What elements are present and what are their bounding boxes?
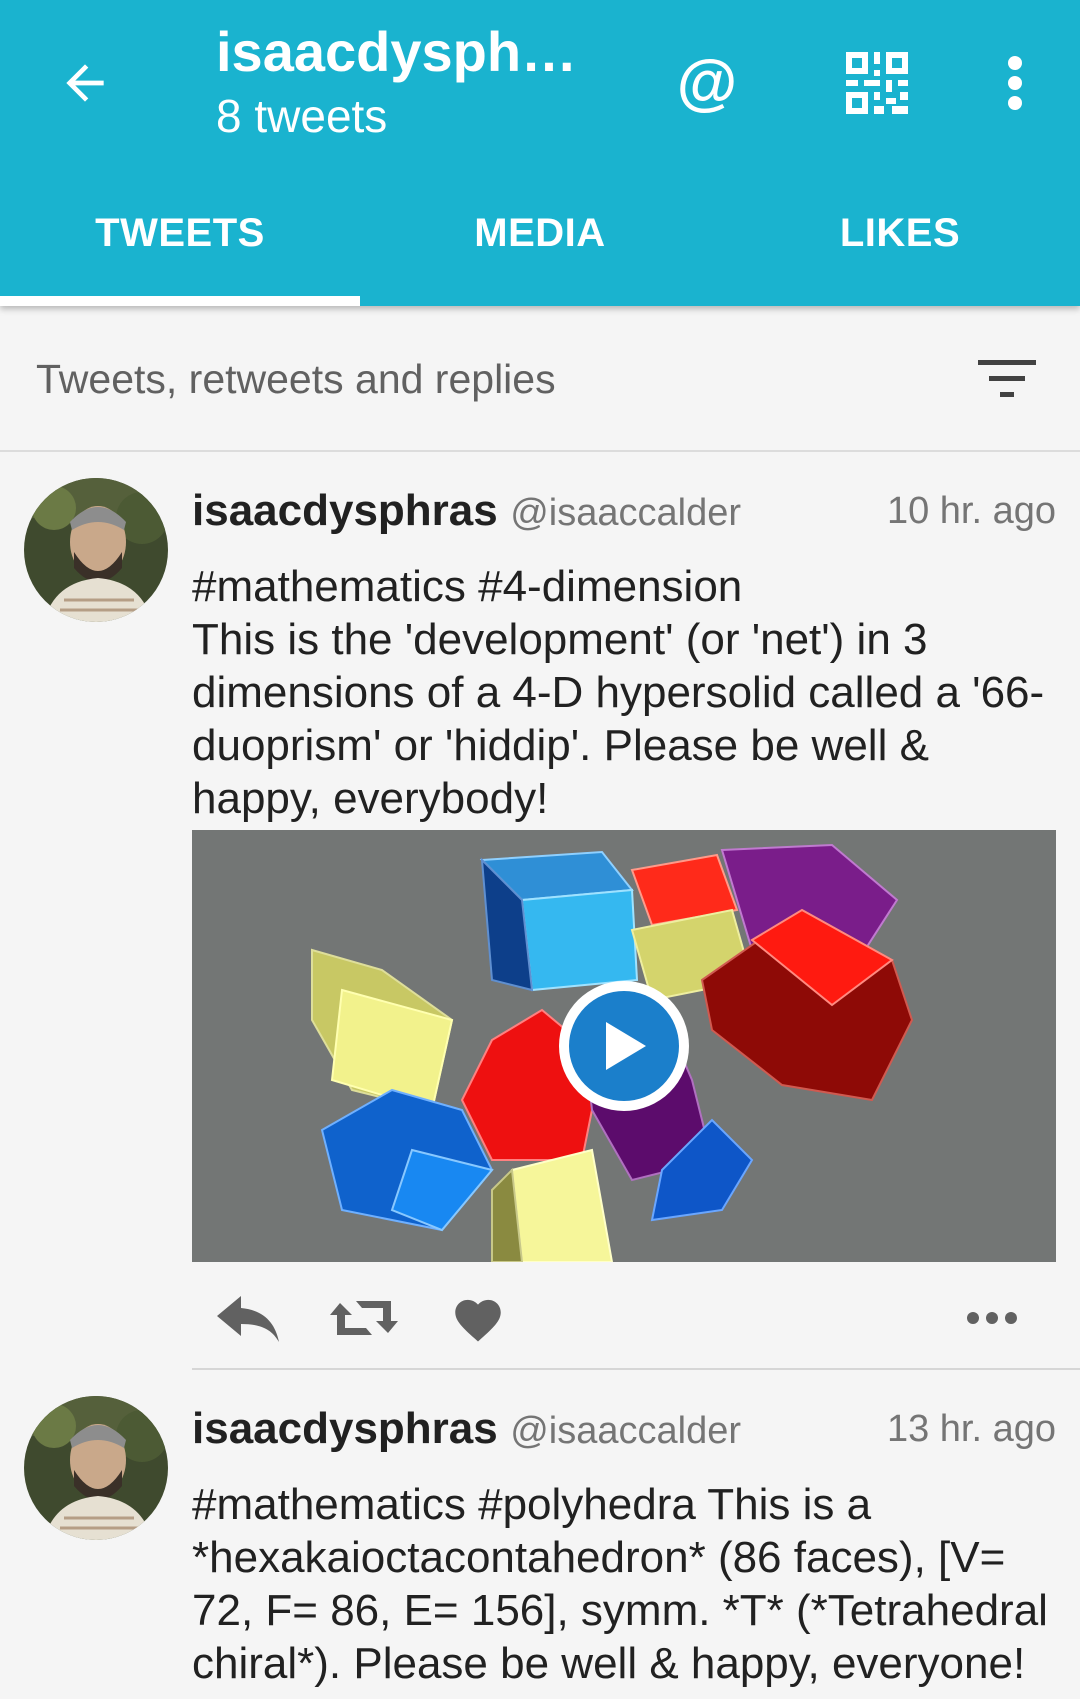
- filter-label: Tweets, retweets and replies: [36, 356, 556, 402]
- retweet-button[interactable]: [324, 1278, 404, 1358]
- tab-likes[interactable]: LIKES: [720, 180, 1080, 306]
- more-vert-icon: [1008, 56, 1022, 110]
- user-name[interactable]: isaacdysphras: [192, 1404, 498, 1453]
- tweet-video[interactable]: [192, 830, 1056, 1262]
- mention-button[interactable]: @: [664, 40, 750, 126]
- tweet-actions: [192, 1278, 1056, 1358]
- tab-media[interactable]: MEDIA: [360, 180, 720, 306]
- user-handle[interactable]: @isaaccalder: [510, 1410, 741, 1452]
- more-actions-button[interactable]: [952, 1278, 1032, 1358]
- tweet-time: 10 hr. ago: [886, 490, 1056, 532]
- avatar-photo: [24, 478, 168, 622]
- profile-title-block: isaacdysphr… 8 tweets: [216, 18, 596, 144]
- play-icon: [606, 1022, 646, 1070]
- reply-button[interactable]: [208, 1278, 288, 1358]
- app-bar: isaacdysphr… 8 tweets @ TWEETS MEDIA LIK…: [0, 0, 1080, 306]
- play-button[interactable]: [559, 981, 689, 1111]
- tweet[interactable]: isaacdysphras @isaaccalder 10 hr. ago #m…: [0, 452, 1080, 1370]
- filter-button[interactable]: [978, 358, 1048, 408]
- profile-tabs: TWEETS MEDIA LIKES: [0, 180, 1080, 306]
- retweet-icon: [330, 1301, 398, 1335]
- tweet-time: 13 hr. ago: [886, 1408, 1056, 1450]
- filter-row[interactable]: Tweets, retweets and replies: [0, 306, 1080, 452]
- avatar[interactable]: [24, 1396, 168, 1540]
- play-button-inner: [569, 991, 679, 1101]
- avatar-photo: [24, 1396, 168, 1540]
- tweet-text: #mathematics #polyhedra This is a *hexak…: [192, 1480, 1061, 1688]
- like-heart-icon: [455, 1299, 501, 1342]
- tab-tweets[interactable]: TWEETS: [0, 180, 360, 306]
- filter-list-icon: [978, 360, 1036, 397]
- back-button[interactable]: [46, 44, 124, 122]
- avatar[interactable]: [24, 478, 168, 622]
- like-button[interactable]: [438, 1278, 518, 1358]
- more-options-button[interactable]: [970, 40, 1060, 126]
- user-name[interactable]: isaacdysphras: [192, 486, 498, 535]
- tweet[interactable]: isaacdysphras @isaaccalder 13 hr. ago #m…: [0, 1370, 1080, 1699]
- qr-code-icon: [846, 52, 908, 114]
- back-arrow-icon: [66, 64, 104, 102]
- user-handle[interactable]: @isaaccalder: [510, 492, 741, 534]
- tweet-count: 8 tweets: [216, 90, 388, 142]
- at-sign-icon: @: [676, 48, 738, 117]
- tweet-text: #mathematics #4-dimension This is the 'd…: [192, 562, 1045, 823]
- more-horiz-icon: [967, 1312, 1017, 1324]
- qr-code-button[interactable]: [834, 40, 920, 126]
- tweet-header: isaacdysphras @isaaccalder 10 hr. ago: [192, 486, 1056, 542]
- reply-icon: [217, 1296, 279, 1342]
- tweet-header: isaacdysphras @isaaccalder 13 hr. ago: [192, 1404, 1056, 1460]
- profile-title: isaacdysphr…: [216, 20, 596, 83]
